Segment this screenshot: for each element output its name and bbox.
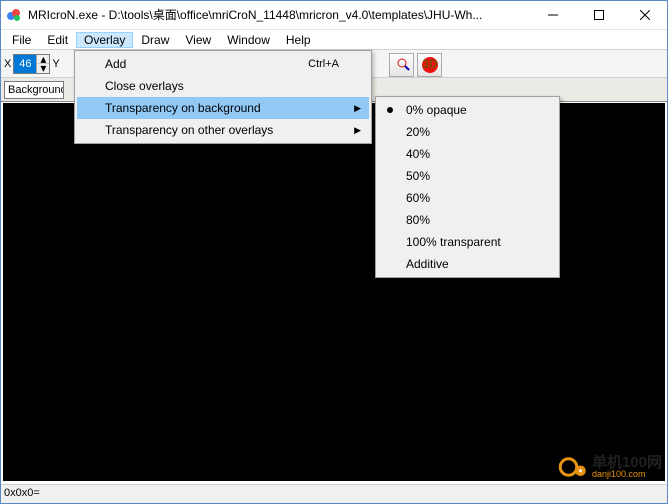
menu-label: Transparency on background (105, 101, 261, 115)
menu-label: 60% (406, 191, 430, 205)
x-down[interactable]: ▾ (37, 64, 49, 73)
menu-label: 0% opaque (406, 103, 467, 117)
transparency-80[interactable]: 80% (378, 209, 557, 231)
transparency-submenu: 0% opaque 20% 40% 50% 60% 80% 100% trans… (375, 96, 560, 278)
submenu-arrow-icon: ▶ (354, 125, 361, 136)
menu-window[interactable]: Window (219, 32, 278, 48)
menu-label: 100% transparent (406, 235, 501, 249)
menu-label: 50% (406, 169, 430, 183)
menubar: File Edit Overlay Draw View Window Help (0, 30, 668, 50)
submenu-arrow-icon: ▶ (354, 103, 361, 114)
status-bar: 0x0x0= (0, 484, 668, 504)
window-title: MRIcroN.exe - D:\tools\桌面\office\mriCroN… (28, 6, 530, 23)
x-label: X (4, 58, 11, 70)
menu-label: 80% (406, 213, 430, 227)
transparency-additive[interactable]: Additive (378, 253, 557, 275)
menu-help[interactable]: Help (278, 32, 319, 48)
watermark-logo-icon (558, 452, 588, 482)
transparency-0[interactable]: 0% opaque (378, 99, 557, 121)
overlay-menu-add[interactable]: Add Ctrl+A (77, 53, 369, 75)
overlay-menu-transparency-bg[interactable]: Transparency on background ▶ (77, 97, 369, 119)
viewport[interactable] (3, 103, 665, 481)
menu-overlay[interactable]: Overlay (76, 32, 133, 48)
menu-label: Close overlays (105, 79, 184, 93)
crosshair-button[interactable] (389, 53, 414, 77)
overlay-menu: Add Ctrl+A Close overlays Transparency o… (74, 50, 372, 144)
watermark-url: danji100.com (592, 470, 662, 479)
3d-button[interactable]: 3D (417, 53, 442, 77)
menu-label: Add (105, 57, 126, 71)
menu-draw[interactable]: Draw (133, 32, 177, 48)
app-icon (6, 7, 22, 23)
maximize-button[interactable] (576, 0, 622, 30)
transparency-20[interactable]: 20% (378, 121, 557, 143)
transparency-100[interactable]: 100% transparent (378, 231, 557, 253)
menu-view[interactable]: View (177, 32, 219, 48)
overlay-menu-transparency-other[interactable]: Transparency on other overlays ▶ (77, 119, 369, 141)
menu-shortcut: Ctrl+A (308, 58, 339, 70)
transparency-50[interactable]: 50% (378, 165, 557, 187)
y-label: Y (52, 58, 59, 70)
menu-file[interactable]: File (4, 32, 39, 48)
menu-label: Transparency on other overlays (105, 123, 273, 137)
watermark: 单机100网 danji100.com (558, 452, 662, 482)
layer-combo[interactable]: Background (4, 81, 64, 99)
transparency-40[interactable]: 40% (378, 143, 557, 165)
menu-label: 20% (406, 125, 430, 139)
x-spinner[interactable]: ▴▾ (13, 54, 50, 74)
menu-label: 40% (406, 147, 430, 161)
x-input[interactable] (14, 55, 36, 73)
overlay-menu-close[interactable]: Close overlays (77, 75, 369, 97)
watermark-title: 单机100网 (592, 455, 662, 470)
transparency-60[interactable]: 60% (378, 187, 557, 209)
svg-text:3D: 3D (422, 57, 438, 71)
titlebar: MRIcroN.exe - D:\tools\桌面\office\mriCroN… (0, 0, 668, 30)
menu-edit[interactable]: Edit (39, 32, 76, 48)
close-button[interactable] (622, 0, 668, 30)
menu-label: Additive (406, 257, 449, 271)
selected-bullet-icon (387, 107, 393, 113)
minimize-button[interactable] (530, 0, 576, 30)
